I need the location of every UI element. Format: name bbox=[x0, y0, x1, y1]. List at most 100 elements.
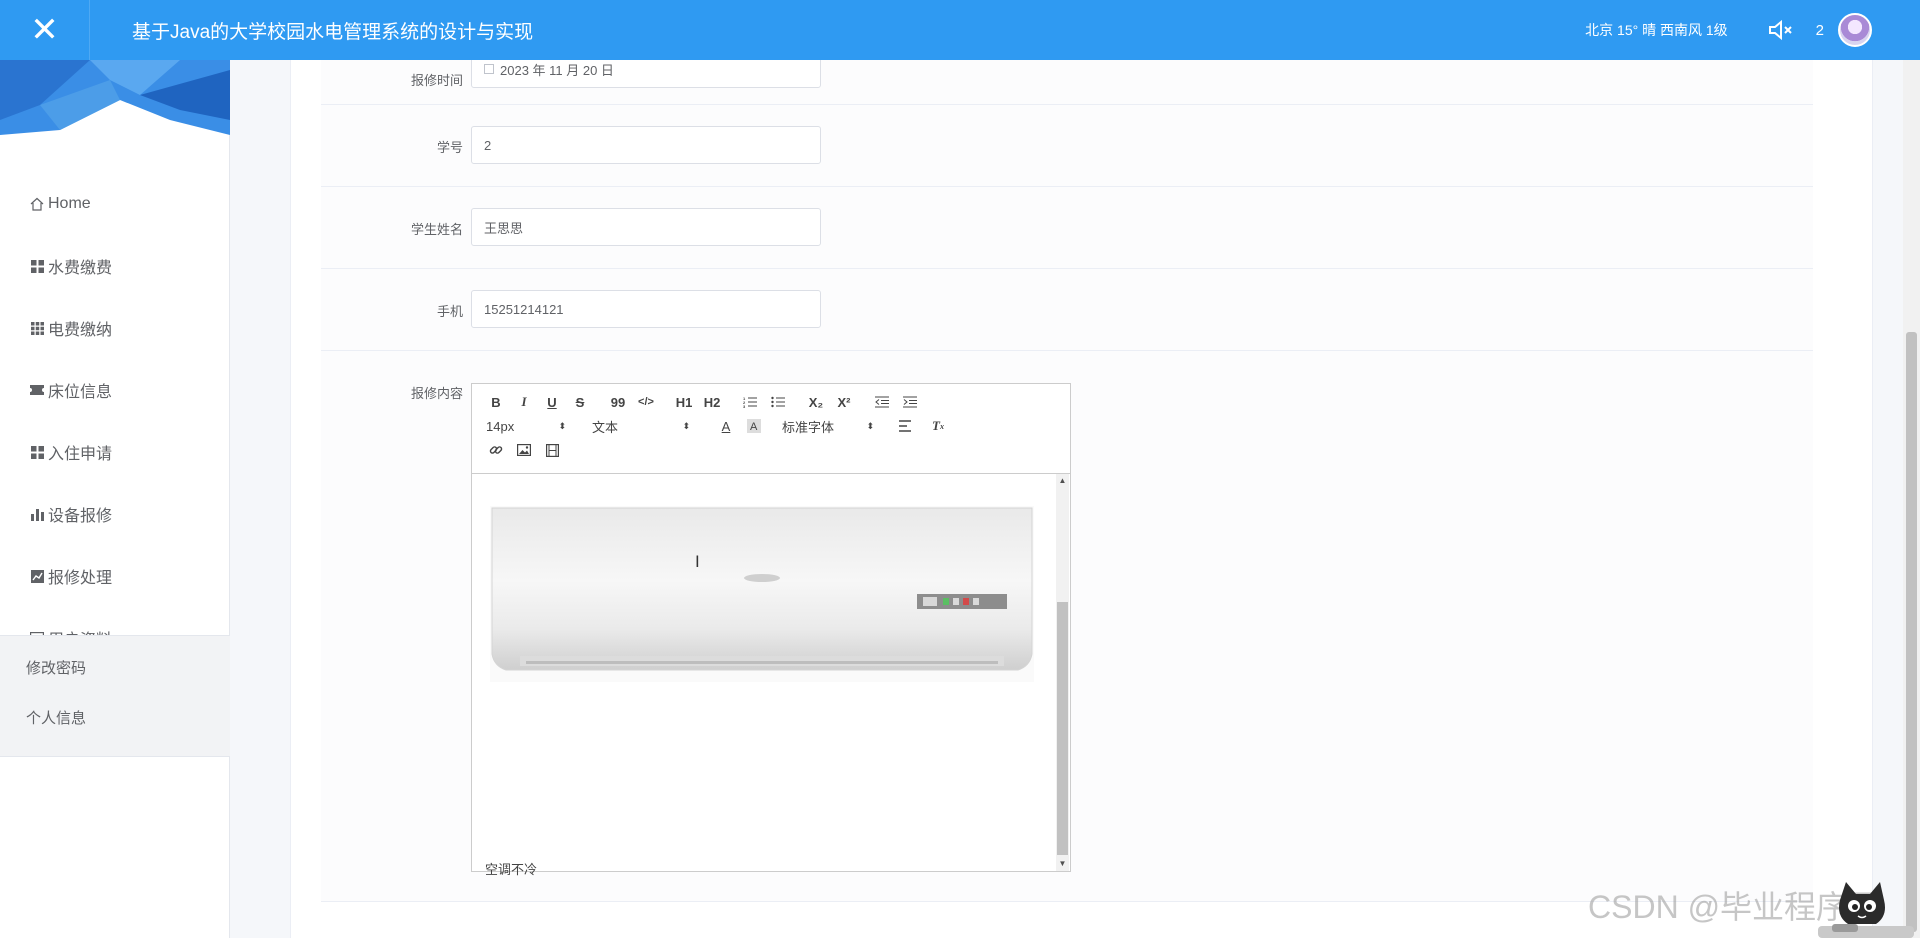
repair-form: 报修时间 2023 年 11 月 20 日 学号 2 学生姓名 王思思 手机 1… bbox=[290, 40, 1873, 938]
sidebar-item-electric-fee[interactable]: 电费缴纳 bbox=[0, 297, 230, 359]
editor-text: 空调不冷 bbox=[485, 862, 538, 877]
bullet-list-icon[interactable] bbox=[764, 390, 792, 414]
repair-content-label: 报修内容 bbox=[410, 386, 463, 401]
subscript-button[interactable]: X₂ bbox=[802, 390, 830, 414]
clear-format-icon[interactable]: Tx bbox=[924, 414, 952, 438]
editor-content[interactable]: I 空调不冷 ▲ ▼ bbox=[472, 474, 1070, 877]
background-color-icon[interactable]: A bbox=[740, 414, 768, 438]
bar-chart-icon bbox=[28, 508, 46, 521]
grid-icon bbox=[28, 445, 46, 459]
editor-toolbar: B I U S 99 </> H1 H2 123 X₂ X² 14px ⬍ 文本… bbox=[472, 384, 1070, 474]
user-profile-submenu: 修改密码 个人信息 bbox=[0, 635, 230, 757]
sidebar-item-label: 设备报修 bbox=[48, 508, 113, 525]
sidebar-banner bbox=[0, 60, 230, 135]
select-arrows-icon: ⬍ bbox=[866, 420, 874, 431]
sidebar-item-personal-info[interactable]: 个人信息 bbox=[0, 692, 230, 742]
app-title: 基于Java的大学校园水电管理系统的设计与实现 bbox=[132, 21, 534, 43]
grid-small-icon bbox=[28, 321, 46, 335]
sidebar-item-label: 水费缴费 bbox=[48, 260, 113, 277]
repair-time-value: 2023 年 11 月 20 日 bbox=[500, 62, 614, 78]
home-icon bbox=[28, 197, 46, 211]
font-size-select[interactable]: 14px ⬍ bbox=[482, 419, 574, 434]
align-icon[interactable] bbox=[892, 414, 920, 438]
bold-button[interactable]: B bbox=[482, 390, 510, 414]
air-conditioner-image bbox=[490, 506, 1034, 682]
student-name-label: 学生姓名 bbox=[410, 222, 463, 237]
select-arrows-icon: ⬍ bbox=[682, 420, 690, 431]
strike-button[interactable]: S bbox=[566, 390, 594, 414]
weather-info: 北京 15° 晴 西南风 1级 bbox=[1585, 22, 1728, 38]
text-cursor-icon: I bbox=[695, 552, 700, 571]
scroll-up-icon[interactable]: ▲ bbox=[1056, 474, 1069, 488]
image-icon[interactable] bbox=[510, 438, 538, 462]
cat-mascot-icon bbox=[1818, 882, 1914, 938]
student-id-label: 学号 bbox=[436, 140, 463, 155]
editor-scrollbar[interactable]: ▲ ▼ bbox=[1056, 474, 1069, 871]
h2-button[interactable]: H2 bbox=[698, 390, 726, 414]
sidebar-item-label: 入住申请 bbox=[48, 446, 113, 463]
svg-text:A: A bbox=[750, 421, 758, 433]
video-icon[interactable] bbox=[538, 438, 566, 462]
indent-icon[interactable] bbox=[896, 390, 924, 414]
close-menu-button[interactable]: ✕ bbox=[0, 0, 90, 60]
notification-count[interactable]: 2 bbox=[1816, 22, 1824, 39]
rich-text-editor[interactable]: B I U S 99 </> H1 H2 123 X₂ X² 14px ⬍ 文本… bbox=[471, 383, 1071, 877]
sidebar-item-label: Home bbox=[48, 195, 91, 212]
font-color-icon[interactable]: A bbox=[712, 414, 740, 438]
form-row-repair-content: 报修内容 B I U S 99 </> H1 H2 1 2 3 X₂ X² 14… bbox=[321, 351, 1813, 902]
code-block-button[interactable]: </> bbox=[632, 390, 660, 414]
ordered-list-icon[interactable]: 123 bbox=[736, 390, 764, 414]
grid-icon bbox=[28, 259, 46, 273]
sidebar-item-bed-info[interactable]: 床位信息 bbox=[0, 359, 230, 421]
phone-input[interactable]: 15251214121 bbox=[471, 290, 821, 328]
phone-value: 15251214121 bbox=[484, 301, 564, 317]
page-scrollbar-thumb[interactable] bbox=[1906, 332, 1917, 932]
header-select[interactable]: 文本 ⬍ bbox=[588, 417, 698, 436]
select-arrows-icon: ⬍ bbox=[558, 420, 566, 431]
phone-label: 手机 bbox=[436, 304, 463, 319]
sidebar-item-checkin-apply[interactable]: 入住申请 bbox=[0, 421, 230, 483]
ticket-icon bbox=[28, 384, 46, 396]
sidebar: Home 水费缴费 电费缴纳 床位信息 入住申请 设备报修 报修处理 修改密码 … bbox=[0, 60, 230, 938]
page-scrollbar[interactable] bbox=[1903, 60, 1920, 938]
editor-scrollbar-thumb[interactable] bbox=[1057, 602, 1068, 855]
font-family-select[interactable]: 标准字体 ⬍ bbox=[778, 417, 882, 436]
sidebar-item-label: 报修处理 bbox=[48, 570, 113, 587]
sidebar-item-home[interactable]: Home bbox=[0, 173, 230, 235]
student-name-value: 王思思 bbox=[484, 220, 524, 236]
repair-time-label: 报修时间 bbox=[410, 73, 463, 88]
top-right-area: 北京 15° 晴 西南风 1级 2 bbox=[1585, 0, 1872, 60]
image-blank-area bbox=[486, 689, 1038, 849]
sidebar-item-label: 床位信息 bbox=[48, 384, 113, 401]
form-row-phone: 手机 15251214121 bbox=[321, 269, 1813, 351]
avatar[interactable] bbox=[1838, 13, 1872, 47]
student-id-input[interactable]: 2 bbox=[471, 126, 821, 164]
outdent-icon[interactable] bbox=[868, 390, 896, 414]
top-bar: ✕ 基于Java的大学校园水电管理系统的设计与实现 北京 15° 晴 西南风 1… bbox=[0, 0, 1920, 60]
student-id-value: 2 bbox=[484, 137, 492, 153]
header-value: 文本 bbox=[592, 419, 619, 435]
form-row-student-name: 学生姓名 王思思 bbox=[321, 187, 1813, 269]
form-row-student-id: 学号 2 bbox=[321, 105, 1813, 187]
sidebar-item-repair-handle[interactable]: 报修处理 bbox=[0, 545, 230, 607]
font-family-value: 标准字体 bbox=[782, 419, 835, 435]
svg-text:3: 3 bbox=[743, 404, 746, 408]
sidebar-item-device-repair[interactable]: 设备报修 bbox=[0, 483, 230, 545]
italic-button[interactable]: I bbox=[510, 390, 538, 414]
h1-button[interactable]: H1 bbox=[670, 390, 698, 414]
sidebar-menu: Home 水费缴费 电费缴纳 床位信息 入住申请 设备报修 报修处理 bbox=[0, 173, 230, 669]
line-chart-icon bbox=[28, 569, 46, 583]
mute-speaker-icon[interactable] bbox=[1766, 16, 1794, 44]
calendar-icon bbox=[484, 64, 494, 74]
scroll-down-icon[interactable]: ▼ bbox=[1056, 857, 1069, 871]
student-name-input[interactable]: 王思思 bbox=[471, 208, 821, 246]
superscript-button[interactable]: X² bbox=[830, 390, 858, 414]
quote-button[interactable]: 99 bbox=[604, 390, 632, 414]
underline-button[interactable]: U bbox=[538, 390, 566, 414]
sidebar-item-water-fee[interactable]: 水费缴费 bbox=[0, 235, 230, 297]
link-icon[interactable] bbox=[482, 438, 510, 462]
sidebar-item-change-password[interactable]: 修改密码 bbox=[0, 642, 230, 692]
font-size-value: 14px bbox=[486, 418, 515, 434]
main-area: 报修时间 2023 年 11 月 20 日 学号 2 学生姓名 王思思 手机 1… bbox=[230, 40, 1920, 938]
sidebar-item-label: 电费缴纳 bbox=[48, 322, 113, 339]
